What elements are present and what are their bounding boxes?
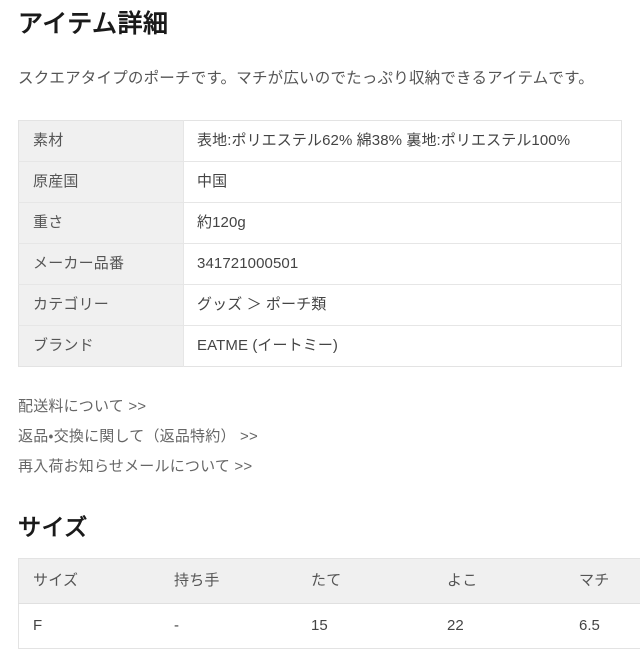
spec-label-model-number: メーカー品番: [19, 244, 184, 285]
product-description: スクエアタイプのポーチです。マチが広いのでたっぷり収納できるアイテムです。: [18, 66, 626, 92]
spec-value-origin: 中国: [184, 162, 622, 203]
restock-notification-link[interactable]: 再入荷お知らせメールについて >>: [18, 452, 618, 482]
spec-value-brand: EATME (イートミー): [184, 326, 622, 367]
table-row: ブランド EATME (イートミー): [19, 326, 622, 367]
spec-label-material: 素材: [19, 121, 184, 162]
size-cell-length: 15: [297, 604, 433, 649]
spec-label-category: カテゴリー: [19, 285, 184, 326]
specification-table: 素材 表地:ポリエステル62% 綿38% 裏地:ポリエステル100% 原産国 中…: [18, 120, 622, 367]
product-detail-page: アイテム詳細 スクエアタイプのポーチです。マチが広いのでたっぷり収納できるアイテ…: [0, 0, 640, 640]
table-header-row: サイズ 持ち手 たて よこ マチ: [19, 559, 640, 604]
spec-value-model-number: 341721000501: [184, 244, 622, 285]
spec-value-weight: 約120g: [184, 203, 622, 244]
spec-value-category: グッズ ＞ ポーチ類: [184, 285, 622, 326]
size-cell-size: F: [19, 604, 161, 649]
size-table-header: サイズ 持ち手 たて よこ マチ: [19, 559, 640, 604]
table-row: 原産国 中国: [19, 162, 622, 203]
size-column-header-length: たて: [297, 559, 433, 604]
shipping-fee-link[interactable]: 配送料について >>: [18, 392, 618, 422]
spec-label-weight: 重さ: [19, 203, 184, 244]
table-row: メーカー品番 341721000501: [19, 244, 622, 285]
table-row: 重さ 約120g: [19, 203, 622, 244]
specification-table-body: 素材 表地:ポリエステル62% 綿38% 裏地:ポリエステル100% 原産国 中…: [19, 121, 622, 367]
size-column-header-size: サイズ: [19, 559, 161, 604]
size-column-header-width: よこ: [433, 559, 565, 604]
page-title: アイテム詳細: [18, 9, 169, 39]
spec-value-material: 表地:ポリエステル62% 綿38% 裏地:ポリエステル100%: [184, 121, 622, 162]
size-section-title: サイズ: [18, 513, 88, 541]
size-cell-width: 22: [433, 604, 565, 649]
spec-label-brand: ブランド: [19, 326, 184, 367]
size-column-header-gusset: マチ: [565, 559, 640, 604]
returns-exchange-link[interactable]: 返品・交換に関して（返品特約） >>: [18, 422, 618, 452]
size-cell-handle: -: [160, 604, 297, 649]
size-cell-gusset: 6.5: [565, 604, 640, 649]
information-link-list: 配送料について >> 返品・交換に関して（返品特約） >> 再入荷お知らせメール…: [18, 392, 618, 482]
table-row: 素材 表地:ポリエステル62% 綿38% 裏地:ポリエステル100%: [19, 121, 622, 162]
size-table: サイズ 持ち手 たて よこ マチ F - 15 22 6.5: [18, 558, 640, 649]
spec-label-origin: 原産国: [19, 162, 184, 203]
size-table-body: F - 15 22 6.5: [19, 604, 640, 649]
table-row: F - 15 22 6.5: [19, 604, 640, 649]
table-row: カテゴリー グッズ ＞ ポーチ類: [19, 285, 622, 326]
size-column-header-handle: 持ち手: [160, 559, 297, 604]
